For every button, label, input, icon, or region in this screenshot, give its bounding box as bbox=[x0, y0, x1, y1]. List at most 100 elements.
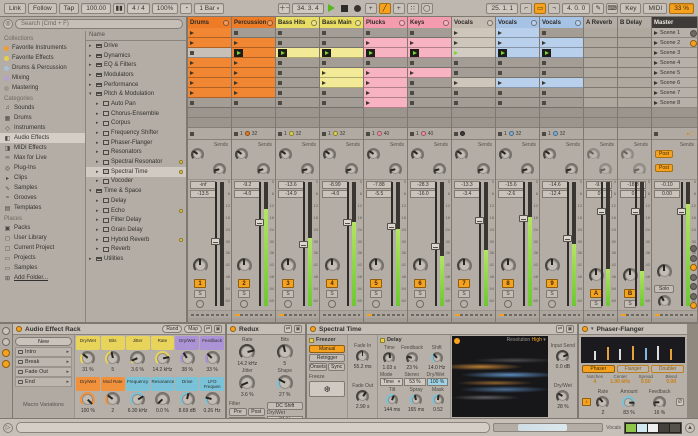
hot-swap-icon[interactable]: ⇄ bbox=[284, 325, 292, 333]
clip-slot[interactable] bbox=[232, 38, 275, 48]
clip-slot[interactable] bbox=[540, 88, 583, 98]
mixer-section-toggle[interactable] bbox=[690, 273, 697, 281]
browser-item-filter-delay[interactable]: ▸ Filter Delay bbox=[86, 215, 186, 225]
stop-all-clips-button[interactable] bbox=[542, 131, 546, 136]
caret-icon[interactable]: ▸ bbox=[89, 256, 94, 262]
crossfade-assign[interactable] bbox=[364, 310, 407, 318]
track-options-icon[interactable] bbox=[443, 19, 449, 26]
session-record-button[interactable]: ◯ bbox=[420, 2, 433, 14]
sidebar-item-user-library[interactable]: ◻ User Library bbox=[0, 233, 85, 243]
browser-item-dynamics[interactable]: ▸ Dynamics bbox=[86, 51, 186, 61]
sidebar-item-audio-effects[interactable]: ◧ Audio Effects bbox=[0, 133, 85, 143]
clip-slot[interactable] bbox=[320, 88, 363, 98]
clip-slot[interactable] bbox=[364, 88, 407, 98]
clip-slot[interactable] bbox=[452, 28, 495, 38]
automation-arm-button[interactable]: ╱ bbox=[378, 2, 391, 14]
browser-item-drive[interactable]: ▸ Drive bbox=[86, 41, 186, 51]
sidebar-item-templates[interactable]: ▤ Templates bbox=[0, 203, 85, 213]
device-activator-icon[interactable] bbox=[16, 326, 22, 332]
crossfade-assign[interactable] bbox=[496, 310, 539, 318]
fader-handle[interactable] bbox=[431, 242, 440, 250]
clip-slot[interactable] bbox=[232, 88, 275, 98]
clip-slot[interactable] bbox=[618, 68, 651, 78]
display-activator-icon[interactable] bbox=[453, 338, 460, 344]
caret-icon[interactable]: ▸ bbox=[96, 120, 101, 126]
send-b-knob[interactable] bbox=[257, 163, 270, 176]
volume-fader[interactable] bbox=[299, 182, 308, 306]
clip-slot[interactable] bbox=[276, 38, 319, 48]
scene-launch-icon[interactable] bbox=[654, 80, 658, 85]
sidebar-item-samples[interactable]: ▭ Samples bbox=[0, 263, 85, 273]
caret-icon[interactable]: ▸ bbox=[89, 43, 94, 49]
stop-all-clips-button[interactable] bbox=[322, 131, 326, 136]
sidebar-item-current-project[interactable]: ▢ Current Project bbox=[0, 243, 85, 253]
knob[interactable] bbox=[385, 394, 398, 406]
browser-filter-icon[interactable]: ◎ bbox=[3, 19, 13, 29]
solo-button[interactable]: S bbox=[502, 290, 514, 298]
send-a-knob[interactable] bbox=[499, 148, 512, 161]
clip-slot[interactable] bbox=[452, 78, 495, 88]
track-header[interactable]: Drums bbox=[188, 17, 231, 28]
clip-slot[interactable] bbox=[276, 78, 319, 88]
send-a-knob[interactable] bbox=[411, 148, 424, 161]
scene-slot[interactable]: Scene 3 bbox=[652, 48, 697, 58]
section-led-icon[interactable] bbox=[309, 337, 314, 343]
clip-slot[interactable] bbox=[618, 28, 651, 38]
browser-item-corpus[interactable]: ▸ Corpus bbox=[86, 119, 186, 129]
scene-slot[interactable]: Scene 4 bbox=[652, 58, 697, 68]
send-b-knob[interactable] bbox=[599, 163, 612, 176]
capture-midi-button[interactable]: ∷ bbox=[406, 2, 419, 14]
sidebar-item-packs[interactable]: ▣ Packs bbox=[0, 223, 85, 233]
mixer-section-toggle[interactable] bbox=[690, 264, 697, 271]
clip-slot[interactable] bbox=[584, 48, 617, 58]
pan-knob[interactable] bbox=[412, 258, 428, 273]
track-activator-button[interactable]: 1 bbox=[194, 279, 206, 288]
scene-launch-icon[interactable] bbox=[654, 70, 658, 75]
caret-icon[interactable]: ▸ bbox=[96, 227, 101, 233]
macro-label[interactable]: Resonance bbox=[150, 377, 175, 391]
loop-button[interactable]: ▭ bbox=[534, 2, 547, 14]
arm-button[interactable] bbox=[372, 300, 380, 308]
scene-slot[interactable]: Scene 6 bbox=[652, 78, 697, 88]
send-a-knob[interactable] bbox=[587, 148, 600, 161]
hot-swap-icon[interactable]: ⇄ bbox=[556, 325, 564, 333]
clip-slot[interactable] bbox=[408, 98, 451, 108]
link-button[interactable]: Link bbox=[4, 2, 26, 14]
punch-out-button[interactable]: ¬ bbox=[548, 2, 561, 14]
pan-knob[interactable] bbox=[236, 258, 252, 273]
track-options-icon[interactable] bbox=[311, 19, 317, 26]
follow-button[interactable]: Follow bbox=[27, 2, 57, 14]
scene-launch-icon[interactable] bbox=[654, 100, 658, 105]
caret-icon[interactable]: ▸ bbox=[96, 159, 101, 165]
track-activator-button[interactable]: 2 bbox=[238, 279, 250, 288]
clip-slot[interactable] bbox=[452, 68, 495, 78]
track-header[interactable]: B Delay bbox=[618, 17, 651, 28]
track-activator-button[interactable]: 4 bbox=[326, 279, 338, 288]
variation-fade-out[interactable]: Fade Out ▸ bbox=[15, 367, 72, 377]
volume-fader[interactable] bbox=[475, 182, 484, 306]
clip-slot[interactable] bbox=[408, 28, 451, 38]
record-button[interactable] bbox=[353, 4, 361, 12]
clip-slot[interactable] bbox=[232, 48, 275, 58]
knob[interactable] bbox=[239, 344, 256, 360]
solo-button[interactable]: S bbox=[326, 290, 338, 298]
clip-slot[interactable] bbox=[496, 78, 539, 88]
device-activator-icon[interactable] bbox=[582, 326, 588, 332]
clip-slot[interactable] bbox=[408, 58, 451, 68]
stop-all-clips-button[interactable] bbox=[190, 131, 194, 136]
clip-slot[interactable] bbox=[452, 88, 495, 98]
pan-knob[interactable] bbox=[368, 258, 384, 273]
loop-start-display[interactable]: 25. 1. 1 bbox=[486, 2, 519, 14]
clip-slot[interactable] bbox=[496, 48, 539, 58]
sidebar-item-drums-percussion[interactable]: Drums & Percussion bbox=[0, 63, 85, 73]
pan-knob[interactable] bbox=[280, 258, 296, 273]
clip-slot[interactable] bbox=[540, 38, 583, 48]
knob[interactable] bbox=[383, 352, 396, 364]
launch-variation-icon[interactable]: ▸ bbox=[66, 359, 69, 365]
send-b-knob[interactable] bbox=[521, 163, 534, 176]
stop-all-clips-button[interactable] bbox=[234, 131, 238, 136]
stop-all-clips-button[interactable] bbox=[278, 131, 282, 136]
stop-button[interactable] bbox=[340, 4, 348, 12]
sidebar-item-midi-effects[interactable]: ◨ MIDI Effects bbox=[0, 143, 85, 153]
clip-slot[interactable] bbox=[364, 28, 407, 38]
